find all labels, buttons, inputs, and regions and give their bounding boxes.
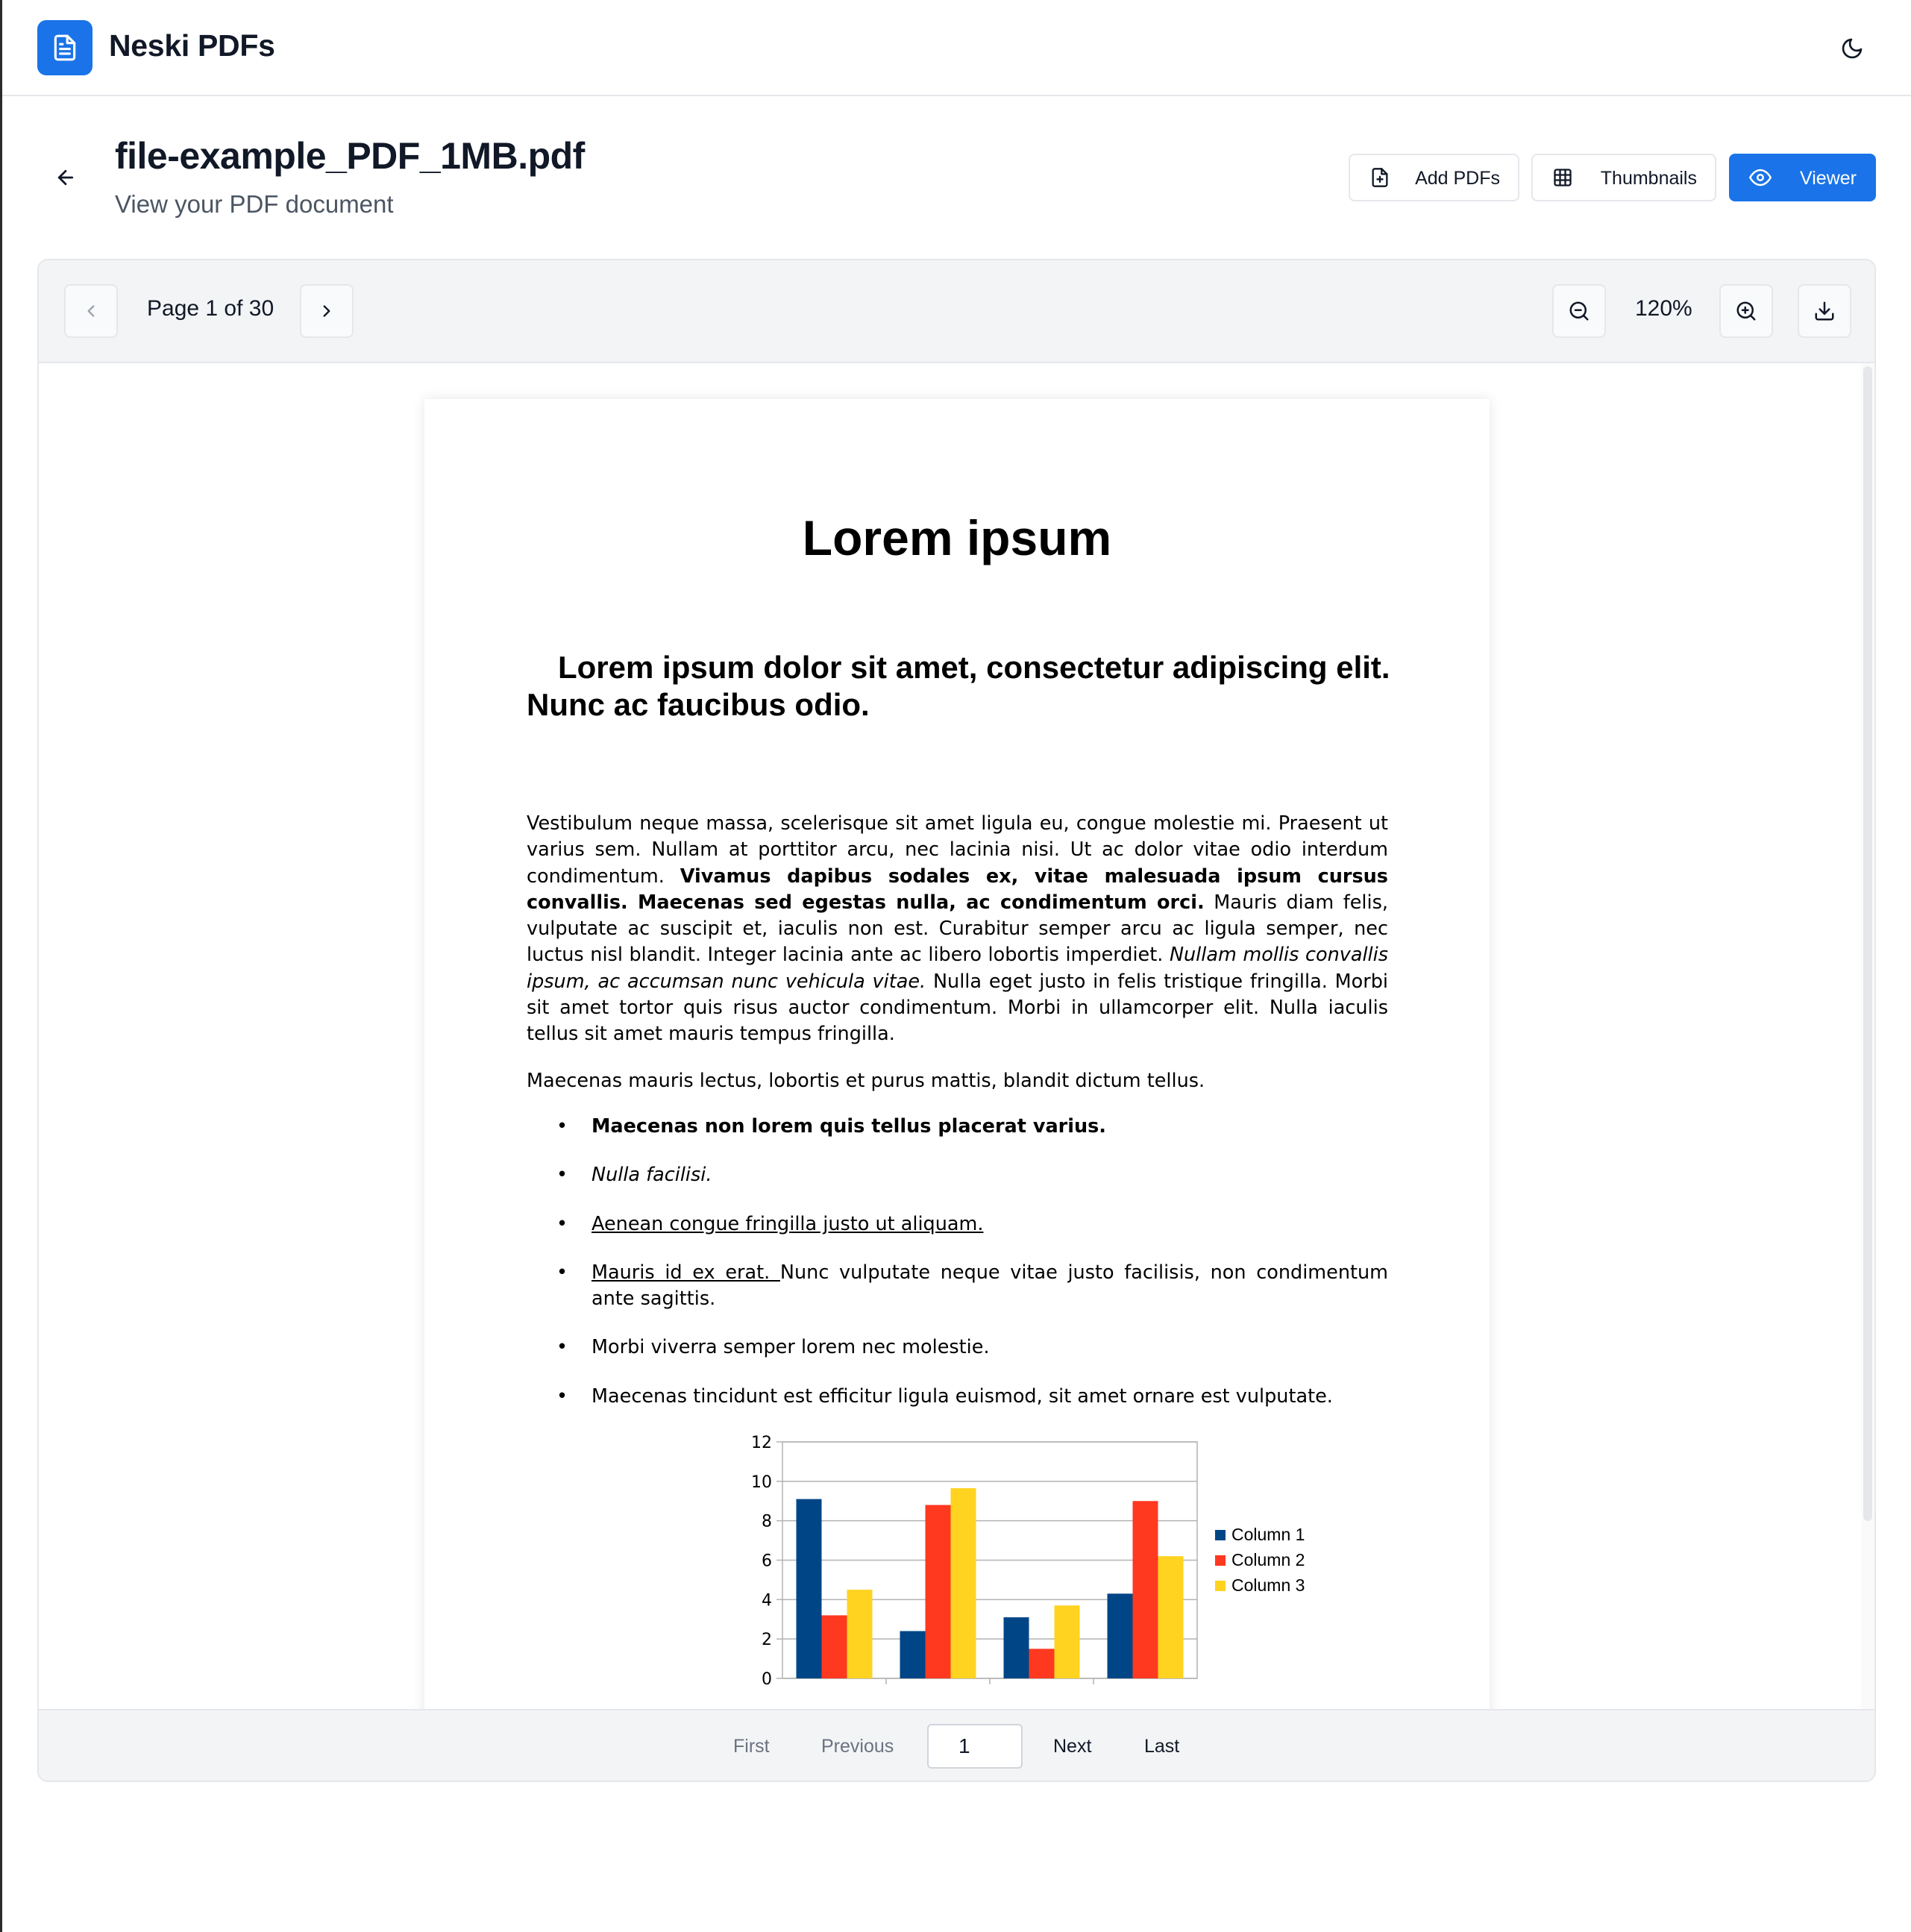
list-item-text: Morbi viverra semper lorem nec molestie. <box>592 1336 990 1359</box>
list-item: Maecenas tincidunt est efficitur ligula … <box>527 1384 1388 1411</box>
legend-label: Column 3 <box>1231 1575 1305 1595</box>
y-tick-label: 8 <box>762 1513 772 1531</box>
chevron-left-icon <box>87 305 95 317</box>
add-pdfs-label: Add PDFs <box>1415 168 1500 189</box>
thumbnails-label: Thumbnails <box>1600 168 1697 189</box>
last-page-link[interactable]: Last <box>1144 1736 1179 1757</box>
add-pdfs-button[interactable]: Add PDFs <box>1349 154 1519 201</box>
list-item-link[interactable]: Mauris id ex erat. <box>592 1261 780 1284</box>
first-page-link[interactable]: First <box>733 1736 770 1757</box>
bar <box>900 1631 926 1678</box>
bar-chart: 0 2 4 6 8 10 12 Column 1 Column 2 Column 3 <box>751 1434 1305 1689</box>
bar <box>1029 1649 1055 1678</box>
bar <box>1054 1605 1080 1678</box>
legend-swatch <box>1215 1581 1226 1591</box>
y-tick-label: 4 <box>762 1591 772 1610</box>
file-subtitle: View your PDF document <box>115 190 394 218</box>
previous-page-button[interactable] <box>64 284 118 338</box>
viewer-toolbar: Page 1 of 30 120% <box>39 260 1874 363</box>
file-title: file-example_PDF_1MB.pdf <box>115 135 585 177</box>
document-paragraph-2: Maecenas mauris lectus, lobortis et puru… <box>527 1070 1205 1092</box>
list-item: Mauris id ex erat. Nunc vulputate neque … <box>527 1260 1388 1313</box>
download-icon <box>1815 301 1834 321</box>
scrollbar-thumb[interactable] <box>1863 366 1872 1521</box>
bar <box>847 1590 873 1678</box>
document-bullet-list: Maecenas non lorem quis tellus placerat … <box>527 1114 1388 1432</box>
zoom-out-button[interactable] <box>1552 284 1606 338</box>
window-edge <box>0 0 2 1932</box>
document-paragraph-1: Vestibulum neque massa, scelerisque sit … <box>527 811 1388 1048</box>
chevron-right-icon <box>323 305 330 317</box>
bar <box>925 1505 951 1678</box>
legend-label: Column 1 <box>1231 1525 1305 1544</box>
app-logo[interactable] <box>37 20 92 75</box>
list-item: Morbi viverra semper lorem nec molestie. <box>527 1334 1388 1361</box>
app-header: Neski PDFs <box>2 0 1911 96</box>
pdf-page: Lorem ipsum Lorem ipsum dolor sit amet, … <box>424 399 1490 1709</box>
bar <box>950 1488 976 1678</box>
list-item-link[interactable]: Aenean congue fringilla justo ut aliquam… <box>592 1213 983 1235</box>
zoom-in-button[interactable] <box>1719 284 1773 338</box>
bar <box>821 1615 847 1678</box>
pdf-content-area[interactable]: Lorem ipsum Lorem ipsum dolor sit amet, … <box>39 363 1874 1709</box>
bar <box>796 1499 822 1678</box>
page-indicator: Page 1 of 30 <box>147 296 274 321</box>
list-item-text: Maecenas non lorem quis tellus placerat … <box>592 1115 1106 1138</box>
zoom-level: 120% <box>1635 296 1692 321</box>
pdf-viewer: Page 1 of 30 120% Lorem ipsum Lorem ipsu… <box>37 259 1876 1782</box>
pagination-bar: First Previous Next Last <box>39 1709 1874 1781</box>
y-tick-label: 6 <box>762 1552 772 1571</box>
document-title: Lorem ipsum <box>802 510 1112 565</box>
eye-icon <box>1748 166 1772 189</box>
list-item: Maecenas non lorem quis tellus placerat … <box>527 1114 1388 1141</box>
bar <box>1132 1501 1158 1678</box>
bar <box>1003 1617 1029 1678</box>
download-button[interactable] <box>1798 284 1851 338</box>
theme-toggle-button[interactable] <box>1832 28 1872 69</box>
back-button[interactable] <box>46 158 85 197</box>
y-tick-label: 0 <box>762 1670 772 1689</box>
scrollbar[interactable] <box>1861 363 1874 1709</box>
next-page-link[interactable]: Next <box>1053 1736 1091 1757</box>
legend-swatch <box>1215 1555 1226 1566</box>
viewer-button[interactable]: Viewer <box>1729 154 1876 201</box>
legend-label: Column 2 <box>1231 1550 1305 1569</box>
y-tick-label: 12 <box>751 1434 772 1452</box>
legend-swatch <box>1215 1530 1226 1540</box>
list-item: Nulla facilisi. <box>527 1162 1388 1189</box>
y-tick-label: 2 <box>762 1631 772 1649</box>
next-page-button[interactable] <box>300 284 354 338</box>
viewer-label: Viewer <box>1800 168 1857 189</box>
moon-icon <box>1842 38 1863 59</box>
file-plus-icon <box>1368 166 1392 189</box>
list-item-text: Nulla facilisi. <box>592 1164 712 1187</box>
thumbnails-button[interactable]: Thumbnails <box>1531 154 1716 201</box>
bar <box>1158 1556 1184 1678</box>
list-item-text: Maecenas tincidunt est efficitur ligula … <box>592 1384 1333 1408</box>
zoom-in-icon <box>1736 301 1756 321</box>
document-heading: Lorem ipsum dolor sit amet, consectetur … <box>527 650 1390 722</box>
y-tick-label: 10 <box>751 1473 772 1492</box>
app-title: Neski PDFs <box>109 28 275 63</box>
file-text-icon <box>54 34 76 61</box>
previous-page-link[interactable]: Previous <box>821 1736 894 1757</box>
list-item: Aenean congue fringilla justo ut aliquam… <box>527 1211 1388 1238</box>
zoom-out-icon <box>1569 301 1589 321</box>
grid-icon <box>1551 166 1575 189</box>
bar <box>1107 1593 1133 1678</box>
arrow-left-icon <box>57 169 74 186</box>
page-number-input[interactable] <box>927 1724 1023 1769</box>
